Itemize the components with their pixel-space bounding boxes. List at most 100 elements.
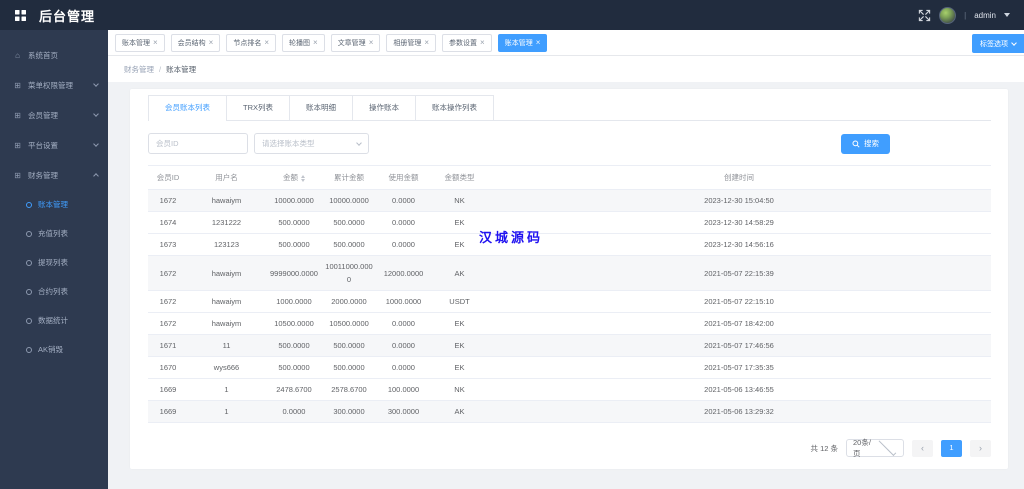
sidebar-subitem-ledger[interactable]: 账本管理 bbox=[0, 190, 108, 219]
window-tab-label: 节点排名 bbox=[233, 39, 262, 47]
table-cell: EK bbox=[432, 356, 487, 379]
window-tab[interactable]: 会员结构 × bbox=[170, 33, 221, 52]
column-header[interactable]: 金额 bbox=[265, 165, 323, 190]
table-row[interactable]: 1671 11 500.0000 500.0000 0.0000 EK 2021-05-07… bbox=[148, 334, 991, 357]
window-tab-label: 账本管理 bbox=[122, 39, 150, 47]
breadcrumb-parent[interactable]: 财务管理 bbox=[124, 64, 154, 75]
sidebar-item-home[interactable]: ⌂ 系统首页 bbox=[0, 40, 108, 70]
subtab[interactable]: 账本操作列表 bbox=[415, 95, 494, 120]
page-size-select[interactable]: 20条/页 bbox=[846, 438, 904, 458]
close-icon[interactable]: × bbox=[369, 38, 374, 47]
close-icon[interactable]: × bbox=[264, 38, 269, 47]
table-cell: 1 bbox=[188, 400, 265, 423]
column-header[interactable]: 创建时间 bbox=[487, 165, 991, 190]
window-tab[interactable]: 文章管理 × bbox=[330, 33, 381, 52]
subtab[interactable]: TRX列表 bbox=[226, 95, 289, 120]
close-icon[interactable]: × bbox=[424, 38, 429, 47]
member-id-input[interactable] bbox=[148, 133, 248, 154]
table-cell: 2021-05-06 13:29:32 bbox=[487, 400, 991, 423]
table-cell: 123123 bbox=[188, 233, 265, 256]
window-tab[interactable]: 参数设置 × bbox=[442, 33, 492, 52]
column-header[interactable]: 金额类型 bbox=[432, 165, 487, 190]
select-placeholder: 请选择账本类型 bbox=[262, 139, 315, 148]
table-cell: 500.0000 bbox=[323, 356, 375, 379]
next-page-button[interactable]: › bbox=[970, 439, 991, 457]
table-row[interactable]: 1669 1 2478.6700 2578.6700 100.0000 NK 2021-05… bbox=[148, 378, 991, 401]
tag-options-button[interactable]: 标签选项 bbox=[972, 34, 1024, 53]
table-cell: 10011000.0000 bbox=[323, 255, 375, 291]
window-tab[interactable]: 节点排名 × bbox=[226, 33, 277, 52]
table-cell: 1000.0000 bbox=[265, 290, 323, 313]
fullscreen-icon[interactable] bbox=[918, 9, 931, 22]
breadcrumb: 财务管理 / 账本管理 bbox=[108, 56, 1024, 82]
apps-grid-icon[interactable] bbox=[14, 9, 27, 22]
close-icon[interactable]: × bbox=[480, 38, 485, 47]
sidebar-subitem-recharge[interactable]: 充值列表 bbox=[0, 219, 108, 248]
chevron-down-icon bbox=[93, 141, 99, 147]
table-cell: 500.0000 bbox=[323, 211, 375, 234]
page-number-button[interactable]: 1 bbox=[941, 439, 962, 457]
table-cell: AK bbox=[432, 255, 487, 291]
table-row[interactable]: 1674 1231222 500.0000 500.0000 0.0000 EK 2023-… bbox=[148, 211, 991, 234]
close-icon[interactable]: × bbox=[209, 38, 214, 47]
table-cell: 500.0000 bbox=[265, 233, 323, 256]
table-body: 1672 hawaiym 10000.0000 10000.0000 0.0000 NK 2… bbox=[148, 189, 991, 423]
window-tab[interactable]: 轮播图 × bbox=[282, 33, 325, 52]
column-header[interactable]: 使用金额 bbox=[375, 165, 432, 190]
table-cell: 2023-12-30 14:58:29 bbox=[487, 211, 991, 234]
sidebar-subitem-withdraw[interactable]: 提现列表 bbox=[0, 248, 108, 277]
username: admin bbox=[974, 10, 996, 20]
ledger-table: 会员ID 用户名 金额 累计金额 使用金额 金额类型 创建时间 1672 hawaiym 100… bbox=[148, 165, 991, 423]
window-tab[interactable]: 账本管理 × bbox=[115, 33, 165, 52]
subtab[interactable]: 会员账本列表 bbox=[148, 95, 226, 121]
sidebar-subitem-contract[interactable]: 合约列表 bbox=[0, 277, 108, 306]
table-cell: 10500.0000 bbox=[265, 312, 323, 335]
subtab[interactable]: 账本明细 bbox=[289, 95, 352, 120]
sidebar-subitem-label: AK销毁 bbox=[38, 345, 64, 354]
avatar[interactable] bbox=[939, 6, 957, 24]
sidebar-item-finance[interactable]: ⊞ 财务管理 bbox=[0, 160, 108, 190]
column-header-label: 用户名 bbox=[215, 173, 238, 182]
table-cell: 12000.0000 bbox=[375, 255, 432, 291]
table-cell: 2021-05-07 17:46:56 bbox=[487, 334, 991, 357]
sidebar-item-platform[interactable]: ⊞ 平台设置 bbox=[0, 130, 108, 160]
close-icon[interactable]: × bbox=[153, 38, 158, 47]
column-header[interactable]: 用户名 bbox=[188, 165, 265, 190]
search-button[interactable]: 搜索 bbox=[841, 133, 890, 154]
sidebar-item-menu-auth[interactable]: ⊞ 菜单权限管理 bbox=[0, 70, 108, 100]
table-cell: 2478.6700 bbox=[265, 378, 323, 401]
table-row[interactable]: 1672 hawaiym 10500.0000 10500.0000 0.0000 EK 2… bbox=[148, 312, 991, 335]
table-row[interactable]: 1672 hawaiym 9999000.0000 10011000.0000 1200… bbox=[148, 255, 991, 291]
close-icon[interactable]: × bbox=[313, 38, 318, 47]
table-row[interactable]: 1673 123123 500.0000 500.0000 0.0000 EK 2023-1… bbox=[148, 233, 991, 256]
column-header[interactable]: 会员ID bbox=[148, 165, 188, 190]
sidebar-subitem-ak-burn[interactable]: AK销毁 bbox=[0, 335, 108, 364]
column-header-label: 创建时间 bbox=[724, 173, 754, 182]
circle-icon bbox=[26, 317, 32, 324]
table-cell: 2000.0000 bbox=[323, 290, 375, 313]
column-header[interactable]: 累计金额 bbox=[323, 165, 375, 190]
table-row[interactable]: 1672 hawaiym 1000.0000 2000.0000 1000.0000 US… bbox=[148, 290, 991, 313]
sidebar-item-members[interactable]: ⊞ 会员管理 bbox=[0, 100, 108, 130]
table-row[interactable]: 1670 wys666 500.0000 500.0000 0.0000 EK 2021-0… bbox=[148, 356, 991, 379]
table-cell: 10000.0000 bbox=[265, 189, 323, 212]
prev-page-button[interactable]: ‹ bbox=[912, 439, 933, 457]
chevron-down-icon bbox=[1011, 39, 1017, 46]
close-icon[interactable]: × bbox=[536, 38, 541, 47]
sort-icon[interactable] bbox=[301, 174, 305, 182]
window-tabbar: 账本管理 × 会员结构 × 节点排名 × 轮播图 × 文章管理 × 相册管理 × 参数设置 × 账本管理 × … bbox=[108, 30, 1024, 56]
home-icon: ⌂ bbox=[15, 50, 20, 60]
sidebar-nav: ⌂ 系统首页 ⊞ 菜单权限管理 ⊞ 会员管理 ⊞ 平台设置 ⊞ 财务管理 账本管理 充值列表 提现列表合… bbox=[0, 40, 108, 364]
sidebar-subitem-stats[interactable]: 数据统计 bbox=[0, 306, 108, 335]
table-row[interactable]: 1672 hawaiym 10000.0000 10000.0000 0.0000 NK 2… bbox=[148, 189, 991, 212]
window-tab[interactable]: 账本管理 × bbox=[497, 33, 548, 52]
table-cell: 1672 bbox=[148, 255, 188, 291]
table-row[interactable]: 1669 1 0.0000 300.0000 300.0000 AK 2021-05-06 … bbox=[148, 400, 991, 423]
ledger-type-select[interactable]: 请选择账本类型 bbox=[254, 133, 369, 154]
window-tab[interactable]: 相册管理 × bbox=[386, 33, 437, 52]
chevron-down-icon[interactable] bbox=[1004, 13, 1010, 17]
tag-options-label: 标签选项 bbox=[980, 40, 1008, 48]
table-cell: 9999000.0000 bbox=[265, 255, 323, 291]
table-cell: hawaiym bbox=[188, 290, 265, 313]
subtab[interactable]: 操作账本 bbox=[352, 95, 415, 120]
